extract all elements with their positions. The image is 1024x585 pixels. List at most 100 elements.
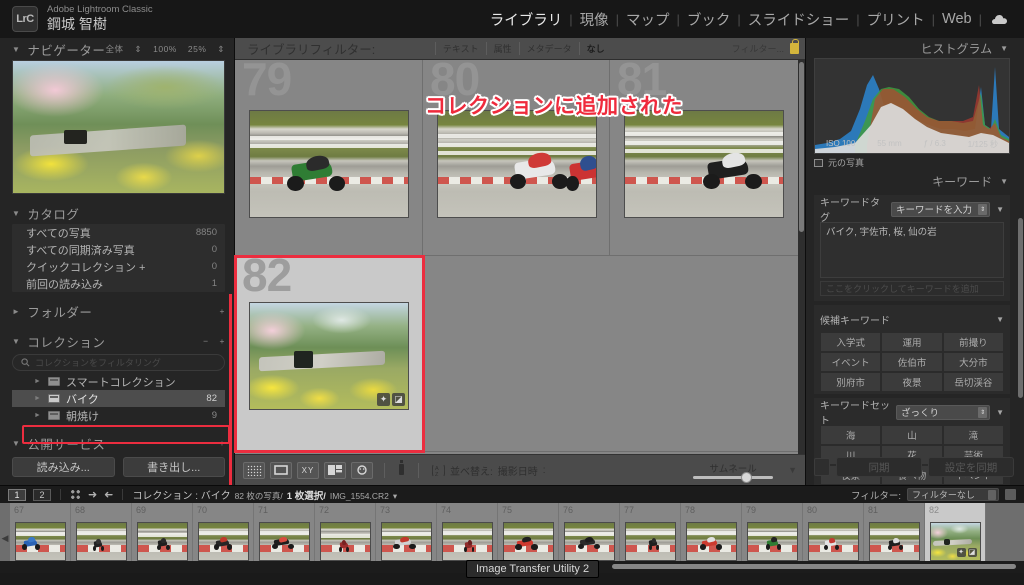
module-map[interactable]: マップ <box>619 9 677 30</box>
sync-toggle-icon[interactable] <box>814 458 830 476</box>
triangle-down-icon[interactable]: ▼ <box>996 205 1004 214</box>
grid-icon[interactable] <box>70 489 81 500</box>
module-slideshow[interactable]: スライドショー <box>741 9 857 30</box>
stepper-icon[interactable] <box>988 490 996 500</box>
suggested-keyword[interactable]: 岳切渓谷 <box>943 372 1004 392</box>
histogram-header[interactable]: ヒストグラム ▼ <box>814 38 1010 58</box>
filter-tab-attribute[interactable]: 属性 <box>486 42 519 55</box>
collections-header[interactable]: ▼ コレクション − + <box>12 330 225 352</box>
people-view-icon[interactable] <box>351 462 373 479</box>
loupe-view-icon[interactable] <box>270 462 292 479</box>
survey-view-icon[interactable] <box>324 462 346 479</box>
collection-bike[interactable]: ► バイク 82 <box>12 390 225 407</box>
keyword-set-item[interactable]: 海 <box>820 425 881 445</box>
stepper-icon[interactable]: ⇕ <box>978 407 987 418</box>
keyword-set-item[interactable]: 山 <box>881 425 942 445</box>
suggested-keyword[interactable]: 夜景 <box>881 372 942 392</box>
folders-header[interactable]: ► フォルダー + <box>12 300 225 322</box>
filter-flag-icon[interactable] <box>1005 489 1016 500</box>
keyword-add-input[interactable]: ここをクリックしてキーワードを追加 <box>820 281 1004 296</box>
filmstrip-filter-select[interactable]: フィルターなし <box>907 488 999 501</box>
suggested-keyword[interactable]: イベント <box>820 352 881 372</box>
keyword-tags-select[interactable]: キーワードを入力 ⇕ <box>891 202 990 217</box>
module-library[interactable]: ライブラリ <box>483 9 570 30</box>
sort-value[interactable]: 撮影日時 <box>498 463 538 478</box>
arrow-left-icon[interactable]: ➜ <box>88 488 97 501</box>
disclosure-icon[interactable]: ► <box>34 412 42 419</box>
module-web[interactable]: Web <box>935 11 979 27</box>
triangle-down-icon[interactable]: ▼ <box>1000 177 1008 186</box>
checkbox-icon[interactable] <box>814 159 823 167</box>
sync-settings-button[interactable]: 設定を同期 <box>928 457 1014 477</box>
module-develop[interactable]: 現像 <box>573 9 616 30</box>
keyword-badge-icon[interactable]: ✦ <box>377 393 390 406</box>
chevron-down-icon[interactable]: ▾ <box>393 491 397 502</box>
navigator-preview[interactable] <box>12 60 225 194</box>
zoom-fit[interactable]: 全体 <box>105 43 123 55</box>
collection-sunrise[interactable]: ► 朝焼け 9 <box>12 407 225 424</box>
cloud-icon[interactable] <box>982 13 1014 25</box>
suggested-keyword[interactable]: 別府市 <box>820 372 881 392</box>
keyword-set-select[interactable]: ざっくり ⇕ <box>896 405 990 420</box>
keyword-set-item[interactable]: 滝 <box>943 425 1004 445</box>
sort-direction-icon[interactable]: : <box>543 465 546 476</box>
filter-tab-metadata[interactable]: メタデータ <box>519 42 579 55</box>
grid-cell-79[interactable]: 79 <box>235 60 423 256</box>
lock-icon[interactable] <box>790 43 799 54</box>
filter-preset-label[interactable]: フィルター... <box>732 42 784 55</box>
suggested-keyword[interactable]: 運用 <box>881 332 942 352</box>
slider-knob[interactable] <box>741 472 752 483</box>
keyword-list-textarea[interactable]: バイク, 宇佐市, 桜, 仙の岩 <box>820 222 1004 278</box>
grid-scrollbar[interactable] <box>798 60 805 454</box>
screen-1-button[interactable]: 1 <box>8 489 26 501</box>
crop-badge-icon[interactable]: ◪ <box>392 393 405 406</box>
triangle-down-icon[interactable]: ▼ <box>996 315 1004 324</box>
suggested-keyword[interactable]: 大分市 <box>943 352 1004 372</box>
sync-button[interactable]: 同期 <box>836 457 922 477</box>
stepper-icon[interactable]: ⇕ <box>978 204 987 215</box>
suggested-keyword[interactable]: 前撮り <box>943 332 1004 352</box>
catalog-header[interactable]: ▼ カタログ <box>12 202 225 224</box>
publish-add-button[interactable]: + <box>220 438 225 448</box>
disclosure-icon[interactable]: ► <box>34 378 42 385</box>
grid-view-icon[interactable] <box>243 462 265 479</box>
catalog-row-synced-photos[interactable]: すべての同期済み写真 0 <box>12 241 225 258</box>
histogram-panel[interactable]: ISO 100 55 mm ƒ / 6.3 1/125 秒 <box>814 58 1010 154</box>
collections-remove-button[interactable]: − <box>203 336 208 346</box>
filmstrip-path[interactable]: コレクション : バイク 82 枚の写真/ 1 枚選択/ IMG_1554.CR… <box>132 487 397 502</box>
keywording-header[interactable]: キーワード ▼ <box>814 171 1010 191</box>
import-button[interactable]: 読み込み... <box>12 457 115 477</box>
filter-tab-none[interactable]: なし <box>579 42 612 55</box>
keyword-badge-icon[interactable]: ✦ <box>957 548 966 557</box>
spray-can-icon[interactable] <box>396 459 407 481</box>
zoom-custom-stepper-icon[interactable]: ⇕ <box>217 44 225 55</box>
module-print[interactable]: プリント <box>860 9 932 30</box>
publish-services-header[interactable]: ▼ 公開サービス + <box>12 432 225 454</box>
right-panel-scrollbar[interactable] <box>1018 218 1023 398</box>
screen-2-button[interactable]: 2 <box>33 489 51 501</box>
arrow-right-icon[interactable]: ➜ <box>104 488 113 501</box>
triangle-down-icon[interactable]: ▼ <box>996 408 1004 417</box>
suggested-keyword[interactable]: 入学式 <box>820 332 881 352</box>
catalog-row-quick-collection[interactable]: クイックコレクション + 0 <box>12 258 225 275</box>
chevron-down-icon[interactable]: ▼ <box>782 465 797 475</box>
thumbnail-size-slider[interactable] <box>693 476 773 479</box>
suggested-keyword[interactable]: 佐伯市 <box>881 352 942 372</box>
crop-badge-icon[interactable]: ◪ <box>968 548 977 557</box>
filmstrip-scrollbar-thumb[interactable] <box>612 564 1016 569</box>
original-photo-checkbox[interactable]: 元の写真 <box>814 154 1010 171</box>
collections-filter-input[interactable]: コレクションをフィルタリング <box>12 354 225 371</box>
compare-view-icon[interactable]: XY <box>297 462 319 479</box>
grid-scrollbar-thumb[interactable] <box>799 62 804 232</box>
export-button[interactable]: 書き出し... <box>123 457 226 477</box>
collections-add-button[interactable]: + <box>220 336 225 346</box>
zoom-100[interactable]: 100% <box>153 44 177 54</box>
disclosure-icon[interactable]: ► <box>34 395 42 402</box>
catalog-row-all-photos[interactable]: すべての写真 8850 <box>12 224 225 241</box>
triangle-down-icon[interactable]: ▼ <box>1000 44 1008 53</box>
collection-smart-collections[interactable]: ► スマートコレクション <box>12 373 225 390</box>
navigator-header[interactable]: ▼ ナビゲーター 全体 ⇕ 100% 25% ⇕ <box>12 38 225 60</box>
folders-add-button[interactable]: + <box>220 306 225 316</box>
catalog-row-previous-import[interactable]: 前回の読み込み 1 <box>12 275 225 292</box>
module-book[interactable]: ブック <box>680 9 738 30</box>
